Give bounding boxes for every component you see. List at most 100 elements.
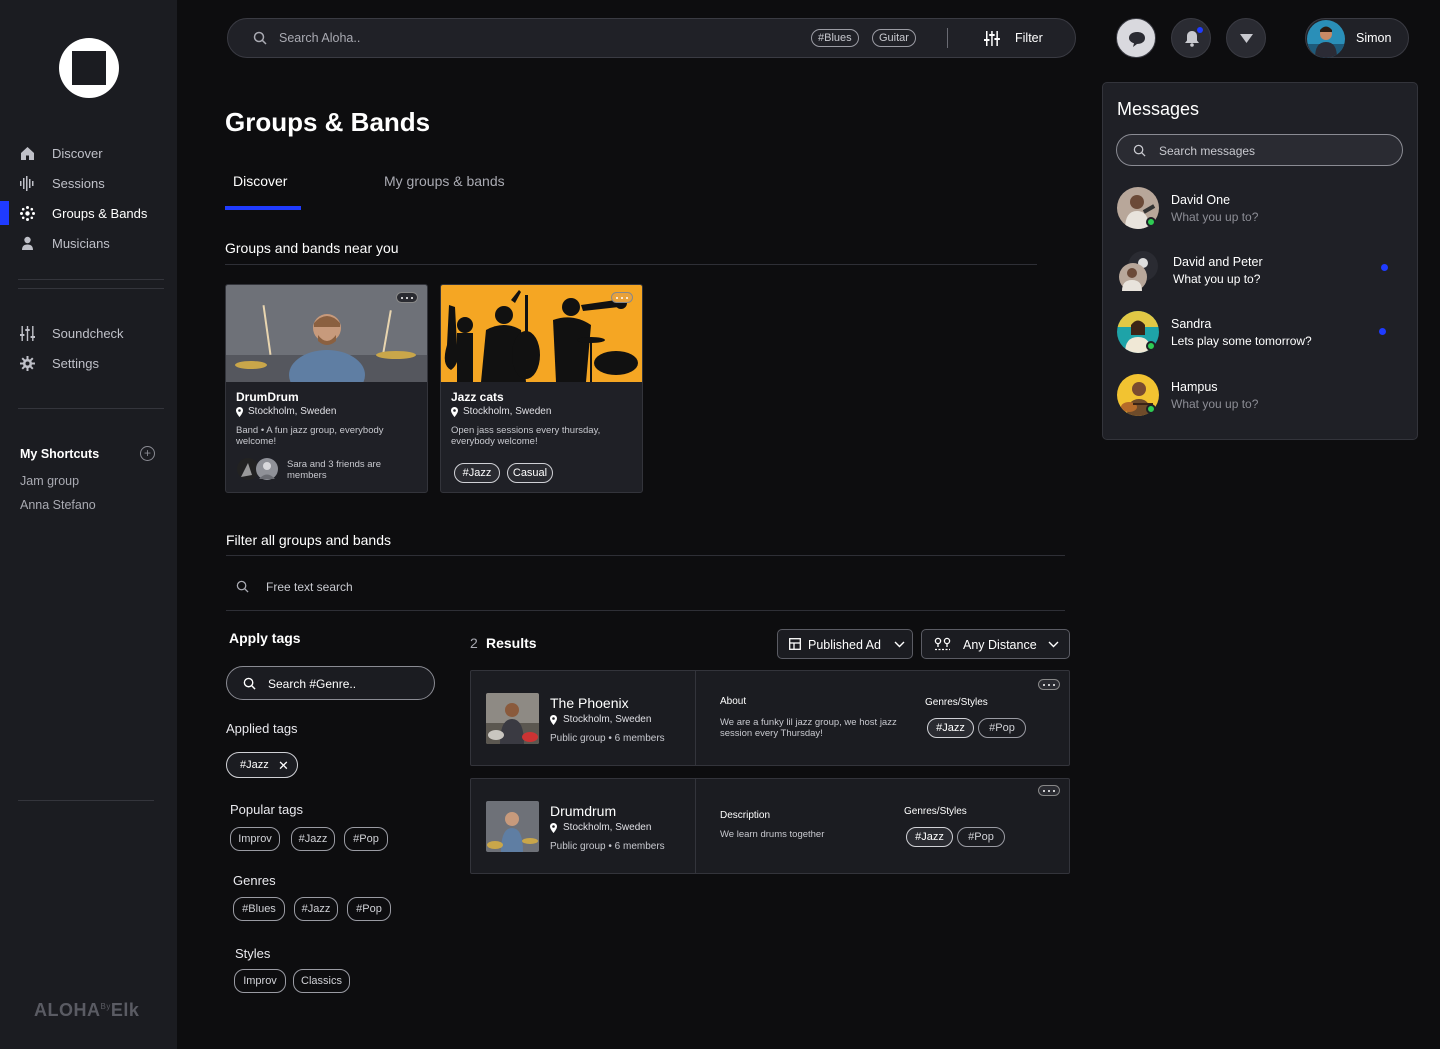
chevron-down-icon	[1048, 641, 1059, 648]
section-divider	[226, 555, 1065, 556]
avatar	[1117, 249, 1161, 293]
sidebar: Discover Sessions Groups & Bands Musicia…	[0, 0, 177, 1049]
sidebar-item-label: Sessions	[52, 176, 105, 191]
result-divider	[695, 779, 696, 873]
message-search-field[interactable]: Search messages	[1116, 134, 1403, 166]
genre-tag-blues[interactable]: #Blues	[233, 897, 285, 921]
search-input[interactable]: Search Aloha..	[279, 31, 360, 45]
more-menu-button[interactable]	[1226, 18, 1266, 58]
result-title: Drumdrum	[550, 803, 617, 819]
tag-search-field[interactable]: Search #Genre..	[226, 666, 435, 700]
result-thumbnail	[486, 801, 539, 852]
tag-jazz[interactable]: #Jazz	[454, 463, 500, 483]
search-tag-guitar[interactable]: Guitar	[872, 29, 916, 47]
filter-button[interactable]: Filter	[1015, 31, 1043, 45]
popular-tag-improv[interactable]: Improv	[230, 827, 280, 851]
tag-casual[interactable]: Casual	[507, 463, 553, 483]
sidebar-item-settings[interactable]: Settings	[0, 351, 177, 375]
distance-icon	[934, 637, 951, 652]
filter-icon[interactable]	[984, 31, 1000, 46]
home-icon	[20, 146, 35, 161]
global-search-bar[interactable]: Search Aloha.. #Blues Guitar Filter	[227, 18, 1076, 58]
result-tag-jazz[interactable]: #Jazz	[906, 827, 953, 847]
messages-title: Messages	[1117, 99, 1200, 119]
groups-icon	[20, 206, 35, 221]
result-thumbnail	[486, 693, 539, 744]
result-meta: Public group • 6 members	[550, 841, 665, 852]
result-more-icon[interactable]	[1038, 679, 1060, 690]
result-info-text: We learn drums together	[720, 829, 825, 840]
user-avatar	[1307, 20, 1345, 58]
card-more-icon[interactable]	[396, 292, 418, 303]
sidebar-item-musicians[interactable]: Musicians	[0, 231, 177, 255]
sidebar-item-label: Discover	[52, 146, 103, 161]
message-sender: David One	[1171, 193, 1231, 207]
result-more-icon[interactable]	[1038, 785, 1060, 796]
free-text-search-input[interactable]: Free text search	[266, 580, 353, 594]
online-status-dot	[1146, 404, 1156, 414]
remove-tag-icon[interactable]: ✕	[278, 758, 289, 774]
location-pin-icon	[550, 714, 557, 725]
style-tag-classics[interactable]: Classics	[293, 969, 350, 993]
sidebar-item-groups-bands[interactable]: Groups & Bands	[0, 201, 177, 225]
search-icon	[236, 580, 249, 593]
message-item[interactable]: Sandra Lets play some tomorrow?	[1117, 311, 1407, 355]
message-search-input[interactable]: Search messages	[1159, 144, 1255, 158]
tag-search-input[interactable]: Search #Genre..	[268, 677, 356, 691]
result-tag-jazz[interactable]: #Jazz	[927, 718, 974, 738]
popular-tag-jazz[interactable]: #Jazz	[291, 827, 335, 851]
search-tag-blues[interactable]: #Blues	[811, 29, 859, 47]
result-tag-pop[interactable]: #Pop	[957, 827, 1005, 847]
result-title: The Phoenix	[550, 695, 629, 711]
card-more-icon[interactable]	[611, 292, 633, 303]
shortcut-jam-group[interactable]: Jam group	[20, 474, 79, 488]
result-item-the-phoenix[interactable]: The Phoenix Stockholm, Sweden Public gro…	[470, 670, 1070, 766]
style-tag-improv[interactable]: Improv	[234, 969, 286, 993]
group-card-drumdrum[interactable]: DrumDrum Stockholm, Sweden Band • A fun …	[225, 284, 428, 493]
message-item[interactable]: Hampus What you up to?	[1117, 374, 1407, 418]
active-indicator	[0, 201, 9, 225]
genres-title: Genres	[233, 873, 276, 888]
message-preview: What you up to?	[1171, 210, 1259, 224]
shortcut-anna-stefano[interactable]: Anna Stefano	[20, 498, 96, 512]
profile-menu[interactable]: Simon	[1305, 18, 1409, 58]
gear-icon	[20, 356, 35, 371]
location-pin-icon	[550, 822, 557, 833]
popular-tag-pop[interactable]: #Pop	[344, 827, 388, 851]
search-icon	[1133, 144, 1146, 157]
tab-discover[interactable]: Discover	[233, 173, 287, 189]
tab-my-groups[interactable]: My groups & bands	[384, 173, 505, 189]
genre-tag-pop[interactable]: #Pop	[347, 897, 391, 921]
sidebar-item-label: Soundcheck	[52, 326, 124, 341]
notifications-button[interactable]	[1171, 18, 1211, 58]
message-preview: Lets play some tomorrow?	[1171, 334, 1312, 348]
online-status-dot	[1146, 217, 1156, 227]
sidebar-item-sessions[interactable]: Sessions	[0, 171, 177, 195]
result-genres-label: Genres/Styles	[904, 806, 967, 817]
result-item-drumdrum[interactable]: Drumdrum Stockholm, Sweden Public group …	[470, 778, 1070, 874]
app-logo[interactable]	[59, 38, 119, 98]
messages-button[interactable]	[1116, 18, 1156, 58]
results-label: Results	[486, 635, 537, 651]
sort-dropdown[interactable]: Published Ad	[777, 629, 913, 659]
chat-bubble-icon	[1128, 30, 1146, 48]
styles-title: Styles	[235, 946, 271, 961]
genre-tag-jazz[interactable]: #Jazz	[294, 897, 338, 921]
online-status-dot	[1146, 341, 1156, 351]
add-shortcut-icon[interactable]: +	[140, 446, 155, 461]
distance-dropdown[interactable]: Any Distance	[921, 629, 1070, 659]
sidebar-item-soundcheck[interactable]: Soundcheck	[0, 321, 177, 345]
card-description: Open jass sessions every thursday, every…	[451, 425, 601, 447]
sidebar-divider	[18, 408, 164, 409]
card-description: Band • A fun jazz group, everybody welco…	[236, 425, 384, 447]
sidebar-item-discover[interactable]: Discover	[0, 141, 177, 165]
message-item[interactable]: David One What you up to?	[1117, 187, 1407, 231]
sidebar-item-label: Settings	[52, 356, 99, 371]
message-item[interactable]: David and Peter What you up to?	[1117, 249, 1407, 293]
group-card-jazz-cats[interactable]: Jazz cats Stockholm, Sweden Open jass se…	[440, 284, 643, 493]
popular-tags-title: Popular tags	[230, 802, 303, 817]
sliders-icon	[20, 326, 35, 341]
applied-tag-jazz[interactable]: #Jazz ✕	[226, 752, 298, 778]
result-tag-pop[interactable]: #Pop	[978, 718, 1026, 738]
card-friends-text: Sara and 3 friends are members	[287, 459, 382, 481]
